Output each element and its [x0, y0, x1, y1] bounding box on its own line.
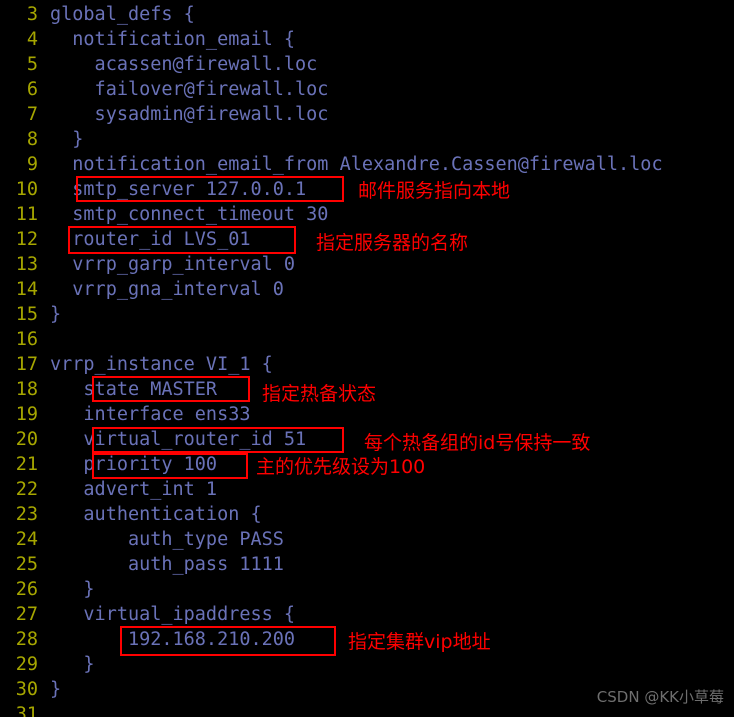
line-content[interactable]: 192.168.210.200	[50, 627, 295, 652]
code-line: 14 vrrp_gna_interval 0	[0, 277, 734, 302]
line-content[interactable]: }	[50, 577, 94, 602]
annotation-priority: 主的优先级设为100	[256, 456, 426, 478]
code-line: 3 global_defs {	[0, 2, 734, 27]
line-content[interactable]: global_defs {	[50, 2, 195, 27]
line-number: 31	[15, 704, 38, 717]
line-content[interactable]: notification_email_from Alexandre.Cassen…	[50, 152, 662, 177]
line-number: 3	[26, 4, 38, 25]
line-content[interactable]: }	[50, 127, 83, 152]
annotation-virtual-ip: 指定集群vip地址	[348, 631, 491, 653]
line-content[interactable]: advert_int 1	[50, 477, 217, 502]
line-content[interactable]: smtp_server 127.0.0.1	[50, 177, 306, 202]
line-number: 16	[15, 329, 38, 350]
line-content[interactable]: }	[50, 677, 61, 702]
code-line: 11 smtp_connect_timeout 30	[0, 202, 734, 227]
line-number: 24	[15, 529, 38, 550]
line-content[interactable]: acassen@firewall.loc	[50, 52, 318, 77]
line-content[interactable]: vrrp_instance VI_1 {	[50, 352, 273, 377]
line-content[interactable]: sysadmin@firewall.loc	[50, 102, 329, 127]
line-content[interactable]: authentication {	[50, 502, 261, 527]
annotation-router-id: 指定服务器的名称	[316, 232, 469, 254]
code-line: 17 vrrp_instance VI_1 {	[0, 352, 734, 377]
code-line: 9 notification_email_from Alexandre.Cass…	[0, 152, 734, 177]
line-number: 12	[15, 229, 38, 250]
line-content[interactable]: failover@firewall.loc	[50, 77, 329, 102]
line-number: 13	[15, 254, 38, 275]
watermark: CSDN @KK小草莓	[596, 688, 724, 706]
line-number: 15	[15, 304, 38, 325]
code-line: 8 }	[0, 127, 734, 152]
line-content[interactable]: vrrp_gna_interval 0	[50, 277, 284, 302]
line-number: 29	[15, 654, 38, 675]
line-content[interactable]: interface ens33	[50, 402, 250, 427]
line-content[interactable]: vrrp_garp_interval 0	[50, 252, 295, 277]
line-number: 26	[15, 579, 38, 600]
line-number: 19	[15, 404, 38, 425]
line-content[interactable]: }	[50, 652, 94, 677]
annotation-virtual-router-id: 每个热备组的id号保持一致	[364, 432, 591, 454]
line-content[interactable]: router_id LVS_01	[50, 227, 250, 252]
line-number: 22	[15, 479, 38, 500]
line-number: 9	[26, 154, 38, 175]
code-line: 25 auth_pass 1111	[0, 552, 734, 577]
line-content[interactable]: smtp_connect_timeout 30	[50, 202, 328, 227]
line-number: 8	[26, 129, 38, 150]
line-number: 14	[15, 279, 38, 300]
line-content[interactable]: priority 100	[50, 452, 217, 477]
annotation-state: 指定热备状态	[262, 383, 377, 405]
line-number: 17	[15, 354, 38, 375]
line-number: 28	[15, 629, 38, 650]
code-line: 19 interface ens33	[0, 402, 734, 427]
line-number: 30	[15, 679, 38, 700]
code-line: 22 advert_int 1	[0, 477, 734, 502]
line-number: 4	[26, 29, 38, 50]
line-number: 11	[15, 204, 38, 225]
code-line: 23 authentication {	[0, 502, 734, 527]
code-line: 26 }	[0, 577, 734, 602]
code-line: 27 virtual_ipaddress {	[0, 602, 734, 627]
annotation-smtp-server: 邮件服务指向本地	[358, 180, 511, 202]
line-content[interactable]: notification_email {	[50, 27, 295, 52]
line-number: 20	[15, 429, 38, 450]
code-line: 13 vrrp_garp_interval 0	[0, 252, 734, 277]
code-line: 5 acassen@firewall.loc	[0, 52, 734, 77]
line-content[interactable]: }	[50, 302, 61, 327]
line-content[interactable]: auth_type PASS	[50, 527, 284, 552]
line-number: 5	[26, 54, 38, 75]
line-number: 10	[15, 179, 38, 200]
code-line: 15}	[0, 302, 734, 327]
line-number: 6	[26, 79, 38, 100]
code-editor-screenshot: 3 global_defs { 4 notification_email { 5 …	[0, 0, 734, 717]
line-number: 21	[15, 454, 38, 475]
code-lines-container: 3 global_defs { 4 notification_email { 5 …	[0, 0, 734, 717]
code-line: 29 }	[0, 652, 734, 677]
code-line: 7 sysadmin@firewall.loc	[0, 102, 734, 127]
code-line: 24 auth_type PASS	[0, 527, 734, 552]
line-number: 23	[15, 504, 38, 525]
code-line: 6 failover@firewall.loc	[0, 77, 734, 102]
line-content[interactable]: auth_pass 1111	[50, 552, 284, 577]
line-number: 18	[15, 379, 38, 400]
line-number: 27	[15, 604, 38, 625]
code-line: 4 notification_email {	[0, 27, 734, 52]
line-content[interactable]: state MASTER	[50, 377, 217, 402]
line-number: 7	[26, 104, 38, 125]
line-content[interactable]: virtual_ipaddress {	[50, 602, 295, 627]
line-content[interactable]: virtual_router_id 51	[50, 427, 306, 452]
line-number: 25	[15, 554, 38, 575]
code-line: 16	[0, 327, 734, 352]
